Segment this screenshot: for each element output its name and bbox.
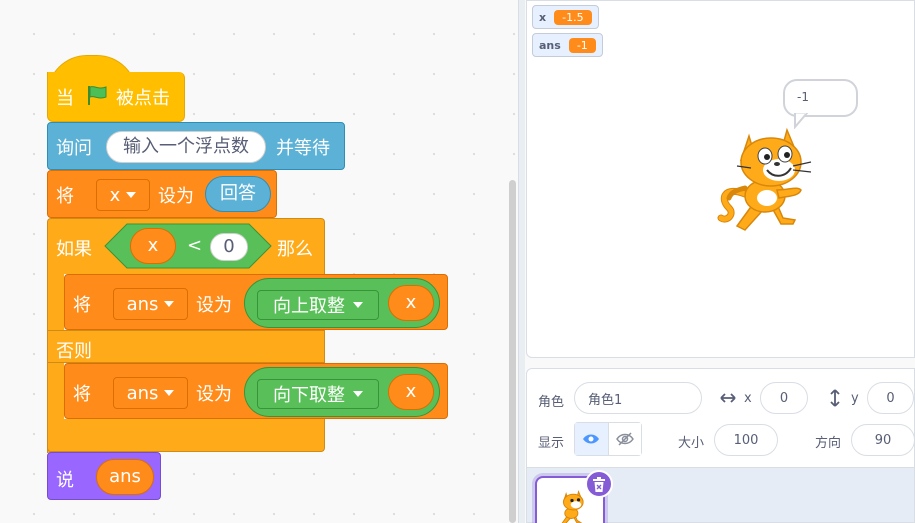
if-else-block[interactable]: 如果 x < 0 那么 [47,218,325,274]
hide-sprite-button[interactable] [608,423,641,455]
direction-input[interactable]: 90 [851,424,915,456]
x-variable-reporter[interactable]: x [388,285,434,321]
green-flag-icon [88,86,107,105]
x-input[interactable]: 0 [760,382,808,414]
size-input[interactable]: 100 [714,424,778,456]
set-ans-to-label: 设为 [196,295,232,316]
variable-dropdown-value: x [109,184,121,206]
speech-bubble: -1 [783,79,858,117]
set-x-block[interactable]: 将 x 设为 回答 [47,170,277,218]
code-area-scrollbar[interactable] [509,180,516,523]
dropdown-caret-icon [164,390,175,396]
then-label: 那么 [277,239,313,260]
y-value: 0 [886,390,895,406]
set-ans-to-label: 设为 [196,384,232,405]
ask-and-wait-block[interactable]: 询问 输入一个浮点数 并等待 [47,122,345,170]
x-value: 0 [779,390,789,406]
visibility-toggle[interactable] [574,422,642,456]
math-function-value: 向上取整 [273,296,345,317]
delete-sprite-button[interactable] [585,470,613,498]
monitor-label: ans [539,38,561,52]
ask-label: 询问 [56,138,92,159]
set-ans-label: 将 [73,384,91,405]
size-value: 100 [733,432,759,448]
cat-sprite[interactable] [715,126,819,234]
answer-reporter[interactable]: 回答 [205,176,271,212]
when-flag-clicked-block[interactable]: 当 被点击 [47,72,185,122]
set-ans-label: 将 [73,295,91,316]
sprite-list [526,468,915,523]
dropdown-caret-icon [126,192,137,198]
monitor-value: -1 [568,37,596,53]
x-label: x [744,391,752,406]
direction-value: 90 [874,432,892,448]
sprite-info-panel: 角色 角色1 x 0 y 0 显示 大小 100 方向 90 [526,368,915,468]
else-label: 否则 [56,341,92,362]
panel-divider [518,0,525,523]
show-label: 显示 [538,436,565,451]
monitor-label: x [539,10,547,24]
ask-question-input[interactable]: 输入一个浮点数 [106,131,266,163]
y-arrows-icon [830,389,840,407]
sprite-name-value: 角色1 [588,392,623,408]
dropdown-caret-icon [353,391,363,397]
say-block[interactable]: 说 ans [47,452,161,500]
variable-dropdown-x[interactable]: x [96,179,150,211]
y-input[interactable]: 0 [867,382,914,414]
math-function-value: 向下取整 [273,385,345,406]
variable-monitor-ans[interactable]: ans -1 [532,33,603,57]
code-area[interactable]: 当 被点击 询问 输入一个浮点数 并等待 将 x 设为 回答 如果 x < 0 … [0,0,518,523]
variable-dropdown-ans[interactable]: ans [113,288,188,320]
set-ans-floor-block[interactable]: 将 ans 设为 向下取整 x [64,363,448,419]
show-sprite-button[interactable] [575,423,609,455]
math-function-dropdown[interactable]: 向下取整 [257,379,379,409]
variable-dropdown-value: ans [126,382,159,404]
set-x-label: 将 [56,186,74,207]
trash-icon [593,476,605,492]
eye-hidden-icon [615,432,634,446]
x-variable-reporter[interactable]: x [130,228,176,264]
variable-monitor-x[interactable]: x -1.5 [532,5,599,29]
x-arrows-icon [720,393,736,403]
if-label: 如果 [56,239,92,260]
eye-icon [583,434,600,444]
floor-operator[interactable]: 向下取整 x [244,367,440,417]
set-x-to-label: 设为 [158,186,194,207]
x-variable-reporter[interactable]: x [388,374,434,410]
sprite-name-label: 角色 [538,395,565,410]
hat-when-label: 当 [56,88,74,109]
zero-number-input[interactable]: 0 [210,233,248,261]
ask-wait-label: 并等待 [276,138,330,159]
speech-text: -1 [797,90,809,104]
variable-dropdown-ans[interactable]: ans [113,377,188,409]
cat-thumbnail [561,490,584,523]
monitor-value: -1.5 [554,9,592,25]
ceiling-operator[interactable]: 向上取整 x [244,278,440,328]
direction-label: 方向 [815,436,842,451]
variable-dropdown-value: ans [126,293,159,315]
sprite-name-input[interactable]: 角色1 [574,382,702,414]
y-label: y [851,391,859,406]
less-than-symbol: < [187,235,203,256]
say-label: 说 [56,470,74,491]
math-function-dropdown[interactable]: 向上取整 [257,290,379,320]
stage[interactable]: x -1.5 ans -1 -1 [526,0,915,358]
set-ans-ceiling-block[interactable]: 将 ans 设为 向上取整 x [64,274,448,330]
dropdown-caret-icon [164,301,175,307]
if-else-bottom [47,419,325,452]
hat-clicked-label: 被点击 [116,88,170,109]
else-bar[interactable]: 否则 [47,330,325,363]
ans-variable-reporter[interactable]: ans [96,459,154,495]
size-label: 大小 [678,436,705,451]
dropdown-caret-icon [353,302,363,308]
